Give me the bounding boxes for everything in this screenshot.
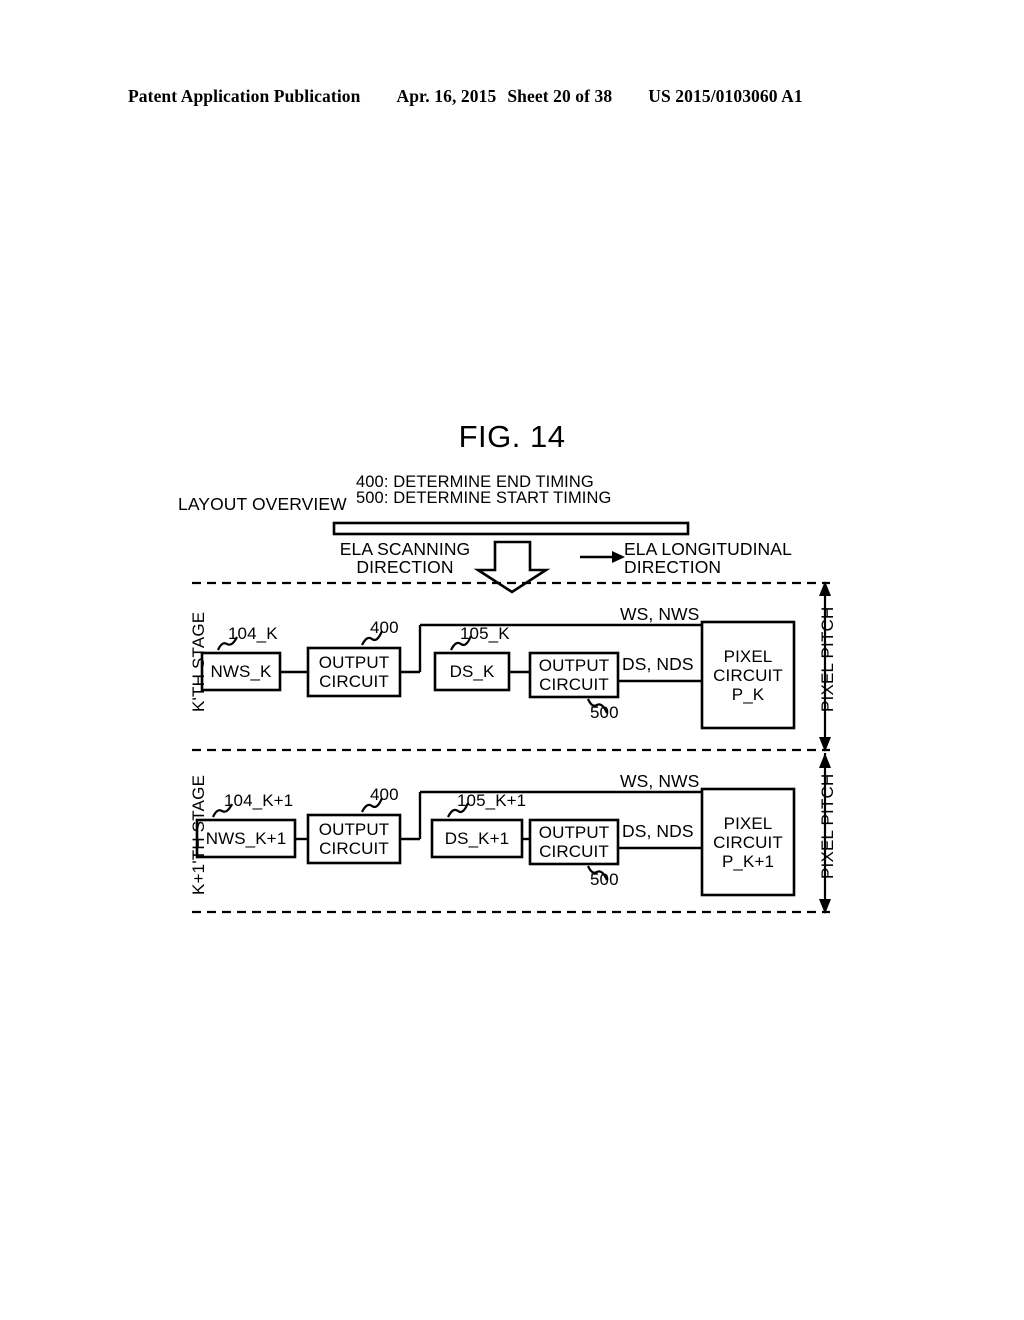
output-circuit-start-label-k1: OUTPUT CIRCUIT [538, 823, 610, 861]
ela-bar [332, 521, 690, 536]
pixel-circuit-label-k1: PIXEL CIRCUIT P_K+1 [713, 813, 783, 871]
figure-drawing: LAYOUT OVERVIEW 400: DETERMINE END TIMIN… [0, 0, 1024, 1320]
ela-scanning-arrow [473, 540, 551, 594]
diagram-svg [192, 521, 831, 914]
ref-400-k1: 400 [370, 785, 399, 804]
pixel-pitch-label-k1: PIXEL PITCH [818, 773, 837, 880]
ref-105-k1: 105_K+1 [457, 791, 527, 810]
pixel-circuit-label-k: PIXEL CIRCUIT P_K [713, 646, 783, 704]
ref-104-k: 104_K [228, 624, 278, 643]
signal-ds-nds-k: DS, NDS [622, 654, 694, 674]
signal-ws-nws-k1: WS, NWS [620, 771, 700, 791]
nws-box-label-k: NWS_K [210, 662, 272, 681]
nws-box-label-k1: NWS_K+1 [205, 829, 287, 848]
ref-104-k1: 104_K+1 [224, 791, 294, 810]
ela-scanning-direction-label: ELA SCANNING DIRECTION [339, 539, 471, 577]
ref-400-k: 400 [370, 618, 399, 637]
output-circuit-end-label-k: OUTPUT CIRCUIT [318, 653, 390, 691]
ds-box-label-k: DS_K [449, 662, 495, 681]
ds-box-label-k1: DS_K+1 [444, 829, 510, 848]
layout-overview-label: LAYOUT OVERVIEW [178, 494, 347, 514]
signal-ds-nds-k1: DS, NDS [622, 821, 694, 841]
output-circuit-start-label-k: OUTPUT CIRCUIT [538, 656, 610, 694]
ela-longitudinal-direction-label: ELA LONGITUDINAL DIRECTION [624, 539, 792, 577]
ref-105-k: 105_K [460, 624, 510, 643]
pixel-pitch-label-k: PIXEL PITCH [818, 606, 837, 713]
signal-ws-nws-k: WS, NWS [620, 604, 700, 624]
pixel-pitch-arrowhead-k1-top [819, 753, 831, 768]
legend-line-500: 500: DETERMINE START TIMING [356, 489, 612, 507]
ref-500-k: 500 [590, 703, 619, 722]
output-circuit-end-label-k1: OUTPUT CIRCUIT [318, 820, 390, 858]
ref-500-k1: 500 [590, 870, 619, 889]
